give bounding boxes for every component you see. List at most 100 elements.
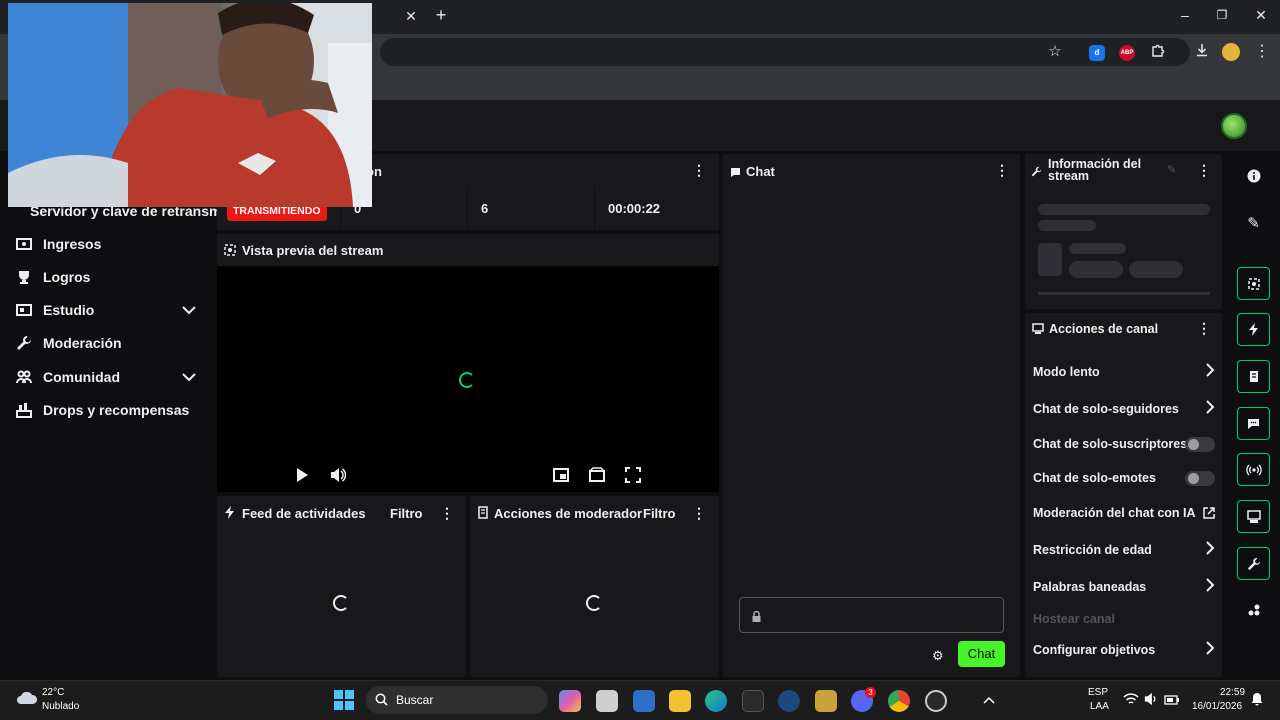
loading-placeholder <box>1038 204 1210 215</box>
action-subscribers-only[interactable]: Chat de solo-suscriptores <box>1033 434 1215 454</box>
chat-settings-gear-icon[interactable]: ⚙ <box>932 648 944 664</box>
loading-placeholder <box>1069 261 1123 278</box>
channel-actions-title: Acciones de canal <box>1049 322 1159 336</box>
sidebar-item-moderacion[interactable]: Moderación <box>16 331 122 355</box>
store-icon[interactable] <box>633 690 655 712</box>
download-icon[interactable] <box>1191 42 1213 64</box>
extensions-puzzle-icon[interactable] <box>1147 42 1169 64</box>
epic-games-icon[interactable] <box>742 690 764 712</box>
theatre-mode-icon[interactable] <box>589 467 605 488</box>
loading-placeholder <box>1038 292 1210 295</box>
stream-info-more-icon[interactable]: ⋮ <box>1197 162 1211 178</box>
chevron-right-icon <box>1205 577 1215 599</box>
broadcast-icon[interactable] <box>1237 453 1270 486</box>
wrench-icon[interactable] <box>1237 547 1270 580</box>
extension-d-icon[interactable]: d <box>1089 45 1105 61</box>
channel-actions-icon[interactable] <box>1237 500 1270 533</box>
channel-actions-more-icon[interactable]: ⋮ <box>1197 320 1211 336</box>
picture-in-picture-icon[interactable] <box>553 467 569 488</box>
edit-pencil-icon[interactable]: ✎ <box>1237 206 1270 239</box>
subscribers-only-toggle[interactable] <box>1185 437 1215 452</box>
sidebar-item-comunidad[interactable]: Comunidad <box>16 365 198 389</box>
info-icon[interactable] <box>1237 159 1270 192</box>
action-age-restriction[interactable]: Restricción de edad <box>1033 540 1215 560</box>
minimize-icon[interactable]: – <box>1174 5 1196 27</box>
chevron-right-icon <box>1205 399 1215 421</box>
obs-icon[interactable] <box>925 690 947 712</box>
volume-icon[interactable] <box>330 467 347 488</box>
loading-placeholder <box>1038 220 1096 231</box>
studio-icon <box>16 302 32 318</box>
tray-chevron-up-icon[interactable] <box>983 692 995 710</box>
address-bar[interactable] <box>380 38 1190 66</box>
clip-icon[interactable] <box>1237 267 1270 300</box>
task-view-icon[interactable] <box>596 690 618 712</box>
stat-duration: 00:00:22 <box>608 201 661 216</box>
chat-more-icon[interactable]: ⋮ <box>995 162 1009 178</box>
input-language-variant[interactable]: LAA <box>1090 701 1109 712</box>
action-followers-only[interactable]: Chat de solo-seguidores <box>1033 399 1215 419</box>
action-banned-words[interactable]: Palabras baneadas <box>1033 577 1215 597</box>
mod-more-icon[interactable]: ⋮ <box>692 505 706 521</box>
volume-icon[interactable] <box>1143 692 1159 711</box>
action-ai-moderation[interactable]: Moderación del chat con IA <box>1033 503 1215 523</box>
loading-placeholder <box>1038 243 1062 276</box>
taskbar-search[interactable]: Buscar <box>366 686 548 714</box>
windows-start-icon[interactable] <box>334 690 354 715</box>
activity-feed-title: Feed de actividades <box>242 506 366 521</box>
stat-divider <box>467 187 468 229</box>
user-avatar[interactable] <box>1221 113 1247 139</box>
document-icon[interactable] <box>1237 360 1270 393</box>
chat-input[interactable] <box>739 597 1004 633</box>
chrome-icon[interactable] <box>888 690 910 712</box>
file-explorer-icon[interactable] <box>669 690 691 712</box>
bookmark-star-icon[interactable]: ☆ <box>1044 42 1066 64</box>
edit-pencil-icon[interactable]: ✎ <box>1167 163 1176 176</box>
activity-more-icon[interactable]: ⋮ <box>440 505 454 521</box>
fullscreen-icon[interactable] <box>625 467 641 488</box>
sidebar-item-logros[interactable]: Logros <box>16 265 90 289</box>
steam-icon[interactable] <box>778 690 800 712</box>
clock-date[interactable]: 16/01/2026 <box>1192 701 1242 712</box>
lightning-icon[interactable] <box>1237 313 1270 346</box>
activity-loading-spinner <box>333 595 349 611</box>
action-slow-mode[interactable]: Modo lento <box>1033 362 1215 382</box>
emotes-only-toggle[interactable] <box>1185 471 1215 486</box>
browser-menu-icon[interactable]: ⋮ <box>1251 42 1273 64</box>
play-icon[interactable] <box>295 467 309 488</box>
chat-bubble-icon[interactable] <box>1237 407 1270 440</box>
app-4-icon[interactable] <box>815 690 837 712</box>
clock-time[interactable]: 22:59 <box>1220 687 1245 698</box>
sidebar-item-label: Estudio <box>43 302 95 318</box>
sidebar-item-ingresos[interactable]: Ingresos <box>16 232 101 256</box>
activity-filter-button[interactable]: Filtro <box>390 506 423 521</box>
chevron-down-icon[interactable] <box>182 302 196 318</box>
copilot-icon[interactable] <box>559 690 581 712</box>
stat-followers: 6 <box>481 201 489 216</box>
wifi-icon[interactable] <box>1123 692 1139 711</box>
input-language[interactable]: ESP <box>1088 687 1108 698</box>
window-close-icon[interactable]: ✕ <box>1250 5 1272 27</box>
chevron-down-icon[interactable] <box>182 369 196 385</box>
new-tab-icon[interactable]: + <box>430 5 452 27</box>
sidebar-item-drops[interactable]: Drops y recompensas <box>16 398 189 422</box>
extension-abp-icon[interactable]: ABP <box>1119 45 1135 61</box>
tab-close-icon[interactable]: ✕ <box>400 6 422 28</box>
edge-icon[interactable] <box>705 690 727 712</box>
loading-placeholder <box>1069 243 1126 254</box>
profile-avatar[interactable] <box>1222 43 1240 61</box>
mod-filter-button[interactable]: Filtro <box>643 506 676 521</box>
notification-bell-icon[interactable] <box>1251 692 1263 711</box>
session-more-icon[interactable]: ⋮ <box>692 162 706 178</box>
maximize-icon[interactable]: ❐ <box>1211 5 1233 27</box>
chat-send-button[interactable]: Chat <box>958 641 1005 667</box>
chevron-right-icon <box>1205 540 1215 562</box>
action-label: Modo lento <box>1033 365 1100 379</box>
discord-badge: 3 <box>865 687 876 698</box>
sidebar-item-label: Comunidad <box>43 369 120 385</box>
preview-title: Vista previa del stream <box>242 243 384 258</box>
action-configure-goals[interactable]: Configurar objetivos <box>1033 640 1215 660</box>
sidebar-item-estudio[interactable]: Estudio <box>16 298 198 322</box>
add-quick-action-icon[interactable] <box>1237 593 1270 626</box>
action-emotes-only[interactable]: Chat de solo-emotes <box>1033 468 1215 488</box>
